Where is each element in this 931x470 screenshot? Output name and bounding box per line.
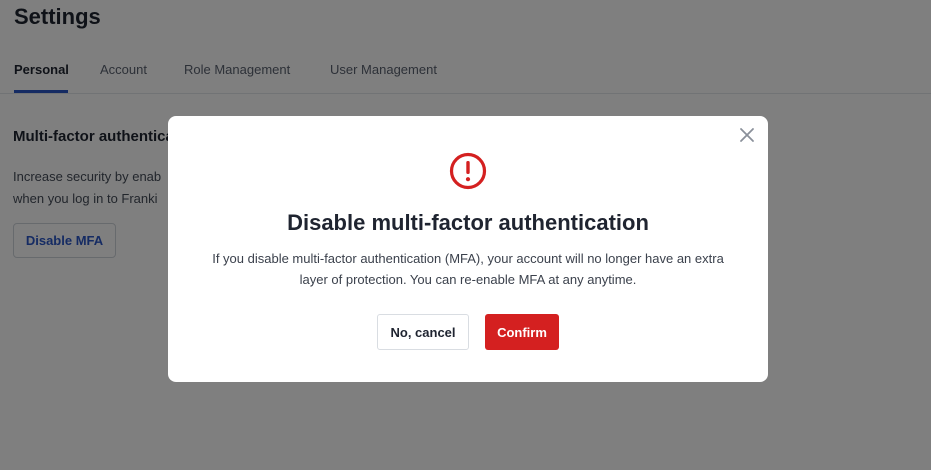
exclamation-circle-icon (449, 152, 487, 190)
disable-mfa-dialog: Disable multi-factor authentication If y… (168, 116, 768, 382)
close-button[interactable] (736, 124, 758, 146)
confirm-button[interactable]: Confirm (485, 314, 559, 350)
cancel-button[interactable]: No, cancel (377, 314, 469, 350)
close-icon (740, 128, 754, 142)
dialog-title: Disable multi-factor authentication (287, 210, 649, 235)
dialog-message: If you disable multi-factor authenticati… (212, 251, 724, 287)
